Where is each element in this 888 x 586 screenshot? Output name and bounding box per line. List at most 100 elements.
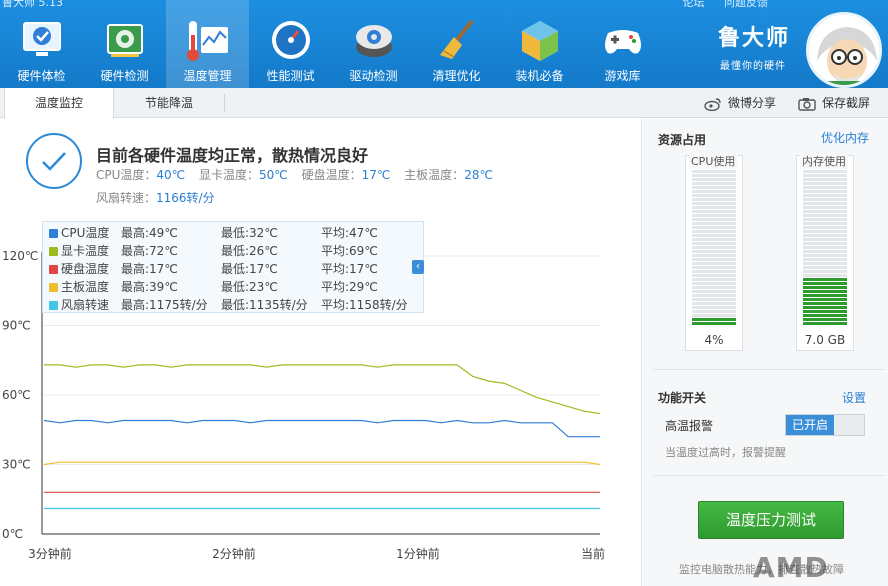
meter-segment <box>692 206 736 209</box>
meter-segment <box>692 238 736 241</box>
meter-segment <box>803 222 847 225</box>
legend-max: 最高:1175转/分 <box>121 298 208 312</box>
meter-segment <box>803 206 847 209</box>
meter-segment <box>803 238 847 241</box>
nav-driver[interactable]: 驱动检测 <box>332 0 415 88</box>
meter-segment <box>692 242 736 245</box>
legend-min: 最低:26℃ <box>221 244 278 258</box>
cpu-temp-value: 40℃ <box>156 168 186 182</box>
meter-segment <box>692 278 736 281</box>
side-panel: 资源占用 优化内存 CPU使用 4% 内存使用 7.0 GB 功能开关 设置 高… <box>643 119 888 586</box>
fan-speed-value: 1166转/分 <box>156 191 215 205</box>
legend-avg: 平均:29℃ <box>321 280 378 294</box>
y-tick-label: 30℃ <box>2 458 31 472</box>
meter-segment <box>692 174 736 177</box>
avatar[interactable] <box>806 12 882 88</box>
nav-hardware-check[interactable]: 硬件体检 <box>0 0 83 88</box>
save-screenshot-button[interactable]: 保存截屏 <box>798 88 870 118</box>
meter-segment <box>692 294 736 297</box>
high-temp-alarm-label: 高温报警 <box>665 419 714 433</box>
legend-swatch <box>49 265 58 274</box>
tab-divider <box>224 94 225 112</box>
meter-segment <box>803 310 847 313</box>
nav-performance[interactable]: 性能测试 <box>249 0 332 88</box>
meter-segment <box>692 314 736 317</box>
tab-bar: 温度监控 节能降温 微博分享 保存截屏 <box>0 88 888 119</box>
legend-row-fan: 风扇转速 最高:1175转/分 最低:1135转/分 平均:1158转/分 <box>43 296 423 314</box>
feature-switch-title: 功能开关 <box>658 391 707 405</box>
cpu-usage-label: CPU使用 <box>689 153 738 169</box>
tab-temperature-monitor[interactable]: 温度监控 <box>4 88 114 119</box>
meter-segment <box>692 270 736 273</box>
legend-name: CPU温度 <box>61 226 110 240</box>
gamepad-icon <box>605 30 641 54</box>
nav-label: 游戏库 <box>604 69 641 83</box>
weibo-share-label: 微博分享 <box>728 96 777 110</box>
meter-segment <box>803 298 847 301</box>
meter-segment <box>692 170 736 173</box>
meter-segment <box>692 306 736 309</box>
amd-logo-overlay: AMD <box>753 551 829 584</box>
legend-name: 风扇转速 <box>61 298 110 312</box>
nav-essentials[interactable]: 装机必备 <box>498 0 581 88</box>
settings-link[interactable]: 设置 <box>842 389 866 406</box>
legend-row-board: 主板温度 最高:39℃ 最低:23℃ 平均:29℃ <box>43 278 423 296</box>
legend-swatch <box>49 247 58 256</box>
meter-segment <box>803 270 847 273</box>
weibo-share-button[interactable]: 微博分享 <box>704 88 776 118</box>
legend-avg: 平均:17℃ <box>321 262 378 276</box>
meter-segment <box>803 242 847 245</box>
meter-segment <box>692 290 736 293</box>
stress-test-button[interactable]: 温度压力测试 <box>698 501 844 539</box>
temperature-readings: CPU温度：40℃ 显卡温度：50℃ 硬盘温度：17℃ 主板温度：28℃ <box>96 166 503 183</box>
legend-swatch <box>49 301 58 310</box>
meter-segment <box>803 198 847 201</box>
disk-temp-label: 硬盘温度： <box>301 168 362 182</box>
nav-label: 装机必备 <box>515 69 564 83</box>
meter-segment <box>692 286 736 289</box>
meter-segment <box>692 198 736 201</box>
meter-segment <box>803 294 847 297</box>
legend-name: 主板温度 <box>61 280 110 294</box>
meter-segment <box>692 310 736 313</box>
tab-energy-saving[interactable]: 节能降温 <box>114 88 224 118</box>
meter-segment <box>692 218 736 221</box>
brand-tagline: 最懂你的硬件 <box>720 61 786 72</box>
legend-min: 最低:17℃ <box>221 262 278 276</box>
memory-usage-value: 7.0 GB <box>804 333 846 347</box>
meter-segment <box>803 194 847 197</box>
meter-segment <box>692 322 736 325</box>
meter-segment <box>692 202 736 205</box>
feedback-link[interactable]: 问题反馈 <box>724 0 768 9</box>
forum-link[interactable]: 论坛 <box>683 0 705 9</box>
disk-temp-value: 17℃ <box>361 168 391 182</box>
speedometer-icon <box>272 21 310 59</box>
status-ok-icon <box>26 133 82 189</box>
meter-segment <box>692 254 736 257</box>
meter-segment <box>692 210 736 213</box>
nav-hardware-detect[interactable]: 硬件检测 <box>83 0 166 88</box>
legend-collapse-button[interactable]: ‹ <box>412 260 424 274</box>
main-nav: 硬件体检 硬件检测 温度管理 性能测试 驱动检测 清理优化 装机必备 游戏库 <box>0 0 664 88</box>
nav-cleanup[interactable]: 清理优化 <box>415 0 498 88</box>
side-divider <box>653 369 885 370</box>
meter-segment <box>692 282 736 285</box>
nav-games[interactable]: 游戏库 <box>581 0 664 88</box>
legend-min: 最低:23℃ <box>221 280 278 294</box>
meter-segment <box>803 314 847 317</box>
brand-name: 鲁大师 <box>718 26 791 51</box>
legend-avg: 平均:69℃ <box>321 244 378 258</box>
save-screenshot-label: 保存截屏 <box>822 96 871 110</box>
legend-max: 最高:72℃ <box>121 244 178 258</box>
high-temp-alarm-toggle[interactable]: 已开启 <box>785 414 865 436</box>
optimize-memory-link[interactable]: 优化内存 <box>821 129 869 146</box>
meter-segment <box>803 302 847 305</box>
meter-segment <box>692 250 736 253</box>
legend-swatch <box>49 229 58 238</box>
meter-segment <box>692 182 736 185</box>
meter-segment <box>803 278 847 281</box>
nav-temperature[interactable]: 温度管理 <box>166 0 249 88</box>
meter-segment <box>803 322 847 325</box>
y-tick-label: 0℃ <box>2 527 23 541</box>
meter-segment <box>803 210 847 213</box>
